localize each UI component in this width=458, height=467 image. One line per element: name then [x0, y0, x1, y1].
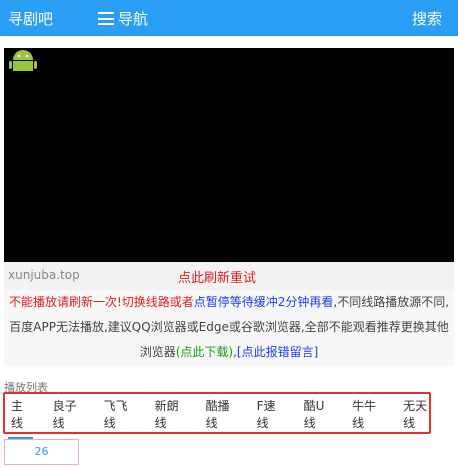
nav-button[interactable]: 导航	[98, 8, 148, 29]
video-player[interactable]	[4, 48, 454, 262]
playback-notice: 不能播放请刷新一次!切换线路或者点暂停等待缓冲2分钟再看,不同线路播放源不同,百…	[4, 290, 454, 366]
report-error-link[interactable]: [点此报错留言]	[237, 345, 318, 359]
download-link[interactable]: (点此下载)	[176, 345, 233, 359]
search-button[interactable]: 搜索	[412, 8, 442, 29]
watermark-text: xunjuba.top	[8, 268, 80, 282]
nav-label: 导航	[118, 10, 149, 28]
menu-icon	[98, 12, 114, 25]
player-info-bar: xunjuba.top 点此刷新重试	[4, 262, 454, 290]
android-icon	[9, 50, 37, 71]
notice-pause-hint: 点暂停等待缓冲2分钟再看	[193, 295, 334, 309]
refresh-link[interactable]: 点此刷新重试	[178, 267, 256, 286]
notice-text-1: 不能播放请刷新一次!切换线路或者	[8, 295, 194, 309]
top-bar: 寻剧吧 导航 搜索	[0, 0, 458, 36]
episode-button[interactable]: 26	[4, 439, 79, 465]
highlight-box	[3, 392, 431, 434]
site-title[interactable]: 寻剧吧	[8, 8, 53, 29]
